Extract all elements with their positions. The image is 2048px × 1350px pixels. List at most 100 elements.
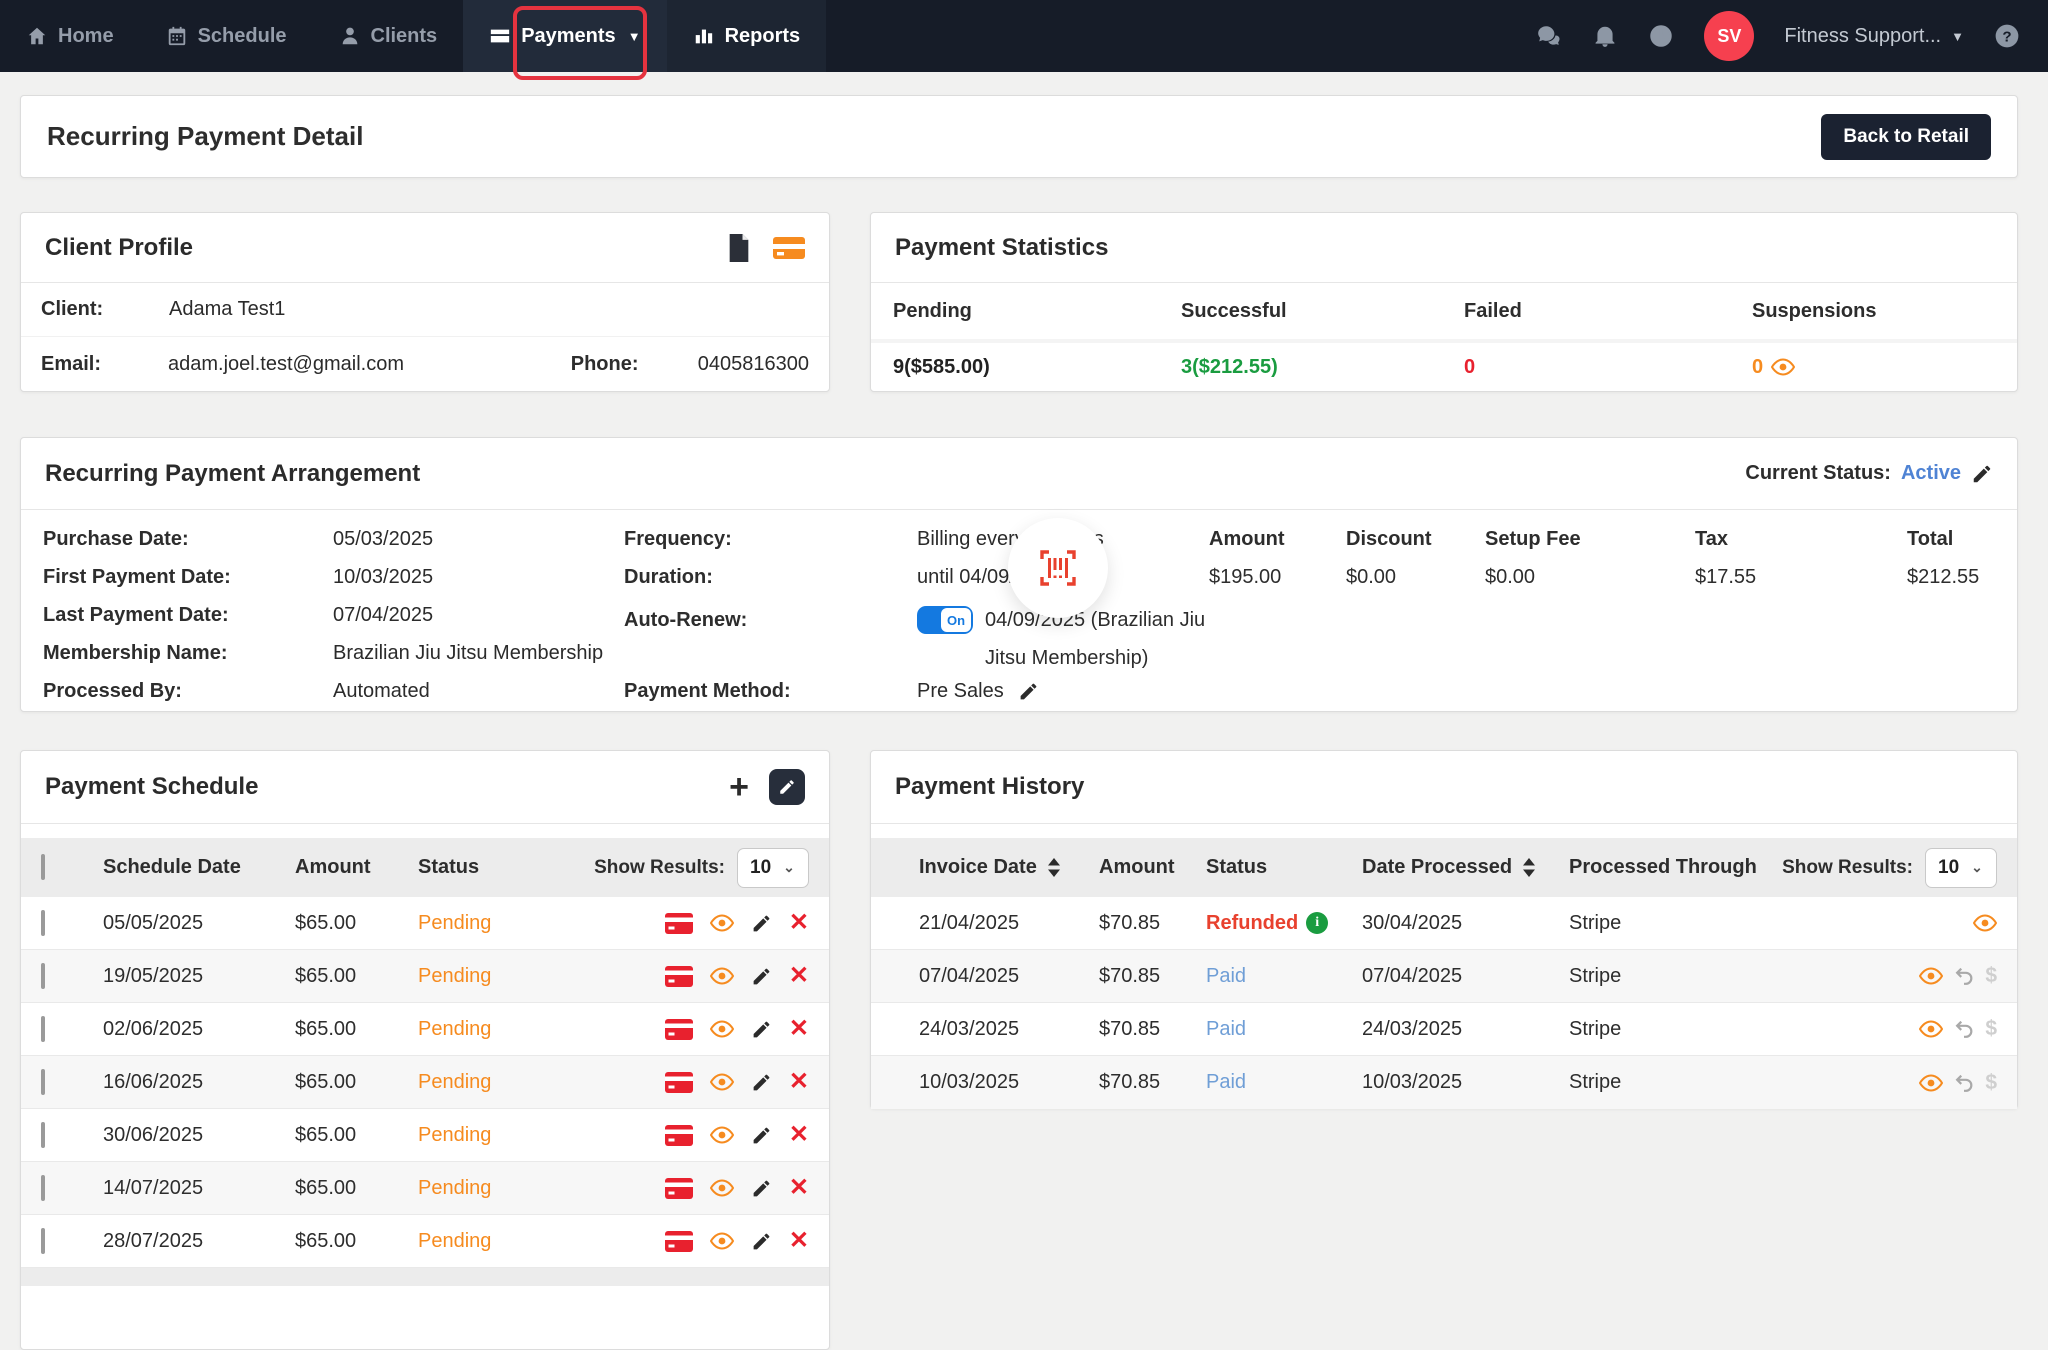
payment-history-card: Payment History Invoice Date Amount Stat… <box>870 750 2018 1109</box>
delete-x-icon[interactable]: ✕ <box>789 1070 809 1094</box>
sort-icon[interactable] <box>1522 858 1536 877</box>
edit-pencil-icon[interactable] <box>751 1072 772 1093</box>
delete-x-icon[interactable]: ✕ <box>789 1229 809 1253</box>
dollar-icon[interactable]: $ <box>1985 1017 1997 1041</box>
date-processed: 24/03/2025 <box>1362 1018 1569 1041</box>
info-icon[interactable]: i <box>1306 912 1328 934</box>
eye-icon[interactable] <box>1919 967 1943 985</box>
edit-schedule-icon[interactable] <box>769 769 805 805</box>
eye-icon[interactable] <box>710 1073 734 1091</box>
schedule-status: Pending <box>418 1230 665 1253</box>
chevron-down-icon: ⌄ <box>783 859 795 876</box>
delete-x-icon[interactable]: ✕ <box>789 1123 809 1147</box>
charge-card-icon[interactable] <box>665 1125 693 1146</box>
row-checkbox[interactable] <box>41 1175 45 1201</box>
edit-pencil-icon[interactable] <box>751 1231 772 1252</box>
nav-item-schedule[interactable]: Schedule <box>140 0 313 72</box>
sort-icon[interactable] <box>1047 858 1061 877</box>
charge-card-icon[interactable] <box>665 1072 693 1093</box>
add-payment-icon[interactable]: + <box>729 770 749 804</box>
eye-icon[interactable] <box>710 1232 734 1250</box>
refund-undo-icon[interactable] <box>1953 1072 1975 1094</box>
credit-card-icon <box>489 25 511 47</box>
show-results-select[interactable]: 10 ⌄ <box>737 848 809 888</box>
schedule-date: 19/05/2025 <box>103 965 295 988</box>
back-to-retail-button[interactable]: Back to Retail <box>1821 114 1991 160</box>
eye-icon[interactable] <box>710 1020 734 1038</box>
column-amount: Amount <box>295 856 418 879</box>
select-all-checkbox[interactable] <box>41 854 45 880</box>
history-status: Paid <box>1206 1071 1246 1094</box>
bell-icon[interactable] <box>1592 23 1618 49</box>
eye-icon[interactable] <box>710 1179 734 1197</box>
row-checkbox[interactable] <box>41 1016 45 1042</box>
auto-renew-value: 04/09/2025 (Brazilian Jiu Jitsu Membersh… <box>985 601 1245 677</box>
chat-icon[interactable] <box>1536 23 1562 49</box>
row-checkbox[interactable] <box>41 1122 45 1148</box>
invoice-date: 07/04/2025 <box>919 965 1099 988</box>
delete-x-icon[interactable]: ✕ <box>789 911 809 935</box>
processed-by-label: Processed By: <box>43 680 333 703</box>
help-icon[interactable]: ? <box>1994 23 2020 49</box>
edit-pencil-icon[interactable] <box>751 913 772 934</box>
edit-pencil-icon[interactable] <box>751 1125 772 1146</box>
pricing-header-setup-fee: Setup Fee <box>1485 520 1695 558</box>
nav-item-reports[interactable]: Reports <box>667 0 827 72</box>
edit-pencil-icon[interactable] <box>1018 681 1039 702</box>
avatar[interactable]: SV <box>1704 11 1754 61</box>
delete-x-icon[interactable]: ✕ <box>789 1017 809 1041</box>
dollar-icon[interactable]: $ <box>1985 1071 1997 1095</box>
schedule-row: 19/05/2025 $65.00 Pending ✕ <box>21 950 829 1003</box>
charge-card-icon[interactable] <box>665 913 693 934</box>
eye-icon[interactable] <box>1973 914 1997 932</box>
charge-card-icon[interactable] <box>665 966 693 987</box>
edit-pencil-icon[interactable] <box>751 1019 772 1040</box>
nav-item-label: Reports <box>725 25 801 48</box>
user-menu[interactable]: Fitness Support... ▼ <box>1784 25 1964 48</box>
eye-icon[interactable] <box>1919 1074 1943 1092</box>
stat-header-successful: Successful <box>1181 300 1464 323</box>
row-checkbox[interactable] <box>41 963 45 989</box>
pricing-value-amount: $195.00 <box>1209 558 1346 596</box>
eye-icon[interactable] <box>1919 1020 1943 1038</box>
eye-icon[interactable] <box>1771 358 1795 376</box>
charge-card-icon[interactable] <box>665 1019 693 1040</box>
charge-card-icon[interactable] <box>665 1178 693 1199</box>
phone-label: Phone: <box>571 353 698 376</box>
schedule-date: 02/06/2025 <box>103 1018 295 1041</box>
charge-card-icon[interactable] <box>665 1231 693 1252</box>
schedule-amount: $65.00 <box>295 912 418 935</box>
column-status: Status <box>1206 856 1362 879</box>
show-results-label: Show Results: <box>1782 857 1913 879</box>
schedule-status: Pending <box>418 1018 665 1041</box>
delete-x-icon[interactable]: ✕ <box>789 1176 809 1200</box>
eye-icon[interactable] <box>710 1126 734 1144</box>
document-icon[interactable] <box>727 234 751 262</box>
barcode-scan-overlay[interactable] <box>1008 518 1108 618</box>
edit-pencil-icon[interactable] <box>1971 463 1993 485</box>
nav-item-label: Clients <box>371 25 438 48</box>
row-checkbox[interactable] <box>41 1228 45 1254</box>
eye-icon[interactable] <box>710 914 734 932</box>
delete-x-icon[interactable]: ✕ <box>789 964 809 988</box>
refund-undo-icon[interactable] <box>1953 1018 1975 1040</box>
row-checkbox[interactable] <box>41 910 45 936</box>
clock-icon[interactable] <box>1648 23 1674 49</box>
dollar-icon[interactable]: $ <box>1985 964 1997 988</box>
schedule-table-header: Schedule Date Amount Status Show Results… <box>21 838 829 897</box>
edit-pencil-icon[interactable] <box>751 1178 772 1199</box>
last-payment-date-label: Last Payment Date: <box>43 604 333 627</box>
eye-icon[interactable] <box>710 967 734 985</box>
auto-renew-toggle[interactable]: On <box>917 606 973 634</box>
payment-card-icon[interactable] <box>773 236 805 260</box>
nav-item-payments[interactable]: Payments ▼ <box>463 0 666 72</box>
nav-item-home[interactable]: Home <box>0 0 140 72</box>
row-checkbox[interactable] <box>41 1069 45 1095</box>
refund-undo-icon[interactable] <box>1953 965 1975 987</box>
history-amount: $70.85 <box>1099 1071 1206 1094</box>
edit-pencil-icon[interactable] <box>751 966 772 987</box>
show-results-select[interactable]: 10 ⌄ <box>1925 848 1997 888</box>
stat-header-failed: Failed <box>1464 300 1752 323</box>
nav-item-clients[interactable]: Clients <box>313 0 464 72</box>
history-status: Paid <box>1206 1018 1246 1041</box>
